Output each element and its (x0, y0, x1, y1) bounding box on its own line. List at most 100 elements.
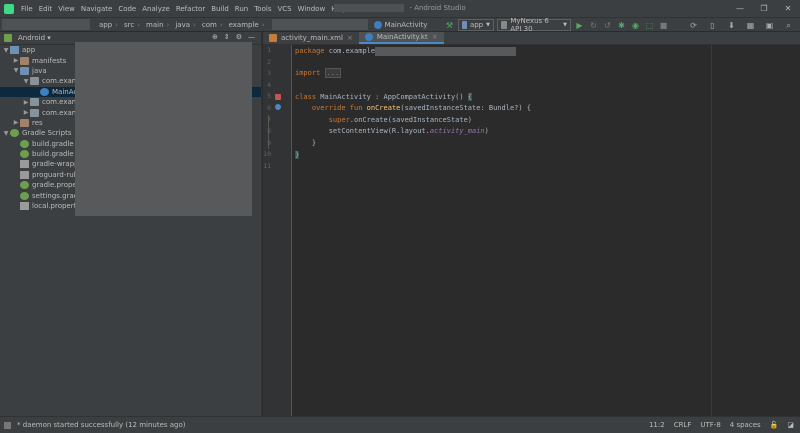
close-tab-icon[interactable]: × (347, 34, 353, 42)
breadcrumb-main[interactable]: main › (143, 21, 172, 29)
line-number-gutter: 1 2 3 4 5 6 7 8 9 10 11 (263, 45, 292, 416)
expand-arrow-icon[interactable]: ▼ (22, 78, 30, 85)
breadcrumb-java[interactable]: java › (172, 21, 198, 29)
menu-tools[interactable]: Tools (251, 5, 274, 13)
expand-arrow-icon[interactable]: ▼ (2, 130, 10, 137)
expand-arrow-icon[interactable]: ▼ (12, 67, 20, 74)
project-view-select[interactable]: Android ▾ (18, 34, 51, 42)
status-bar: * daemon started successfully (12 minute… (0, 416, 800, 433)
line-7: super.onCreate(savedInstanceState) (295, 116, 473, 124)
breadcrumb-example[interactable]: example › (226, 21, 268, 29)
file-icon (20, 160, 29, 169)
line-number: 5 (267, 92, 271, 101)
lock-icon[interactable]: 🔓 (770, 421, 779, 429)
line-number: 8 (267, 127, 271, 136)
editor-tabs: activity_main.xml × MainActivity.kt × (263, 32, 800, 45)
menu-refactor[interactable]: Refactor (173, 5, 208, 13)
breadcrumb-com[interactable]: com › (199, 21, 226, 29)
layout-inspector-icon[interactable]: ▦ (745, 20, 756, 31)
locate-icon[interactable]: ⊕ (212, 33, 218, 41)
stop-icon[interactable]: ■ (658, 20, 669, 31)
expand-arrow-icon[interactable]: ▶ (12, 119, 20, 126)
breadcrumb-separator: › (115, 20, 118, 29)
line-6: override fun onCreate(savedInstanceState… (295, 104, 532, 112)
debug-icon[interactable]: ✱ (616, 20, 627, 31)
kotlin-file-icon (364, 33, 373, 41)
expand-arrow-icon[interactable]: ▼ (2, 47, 10, 54)
run-gutter-icon[interactable] (275, 94, 281, 100)
pkg-icon (30, 98, 39, 107)
line-1: package com.example (295, 45, 800, 56)
apply-code-changes-icon[interactable]: ↺ (602, 20, 613, 31)
menu-navigate[interactable]: Navigate (78, 5, 115, 13)
restore-button[interactable]: ❐ (752, 0, 776, 17)
line-number: 2 (267, 57, 271, 66)
line-3: import ... (295, 68, 342, 78)
main-menu: File Edit View Navigate Code Analyze Refactor B… (18, 5, 350, 13)
line-number: 11 (263, 162, 271, 170)
breadcrumb-src[interactable]: src › (121, 21, 143, 29)
hide-panel-icon[interactable]: — (248, 33, 255, 41)
indent-setting[interactable]: 4 spaces (730, 421, 761, 429)
folder-icon (20, 66, 29, 75)
breadcrumb-app[interactable]: app › (96, 21, 121, 29)
expand-arrow-icon[interactable]: ▶ (22, 109, 30, 116)
caret-position[interactable]: 11:2 (649, 421, 665, 429)
menu-edit[interactable]: Edit (36, 5, 56, 13)
status-message[interactable]: * daemon started successfully (12 minute… (17, 421, 186, 429)
minimize-button[interactable]: — (728, 0, 752, 17)
device-select[interactable]: MyNexus 6 API 30 ▼ (497, 17, 571, 33)
breadcrumb-separator: › (219, 20, 223, 29)
menu-vcs[interactable]: VCS (274, 5, 294, 13)
app-icon (10, 46, 19, 55)
apply-changes-icon[interactable]: ↻ (588, 20, 599, 31)
menu-run[interactable]: Run (232, 5, 251, 13)
status-right: 11:2 CRLF UTF-8 4 spaces 🔓 ◪ (649, 421, 794, 429)
file-icon (20, 202, 29, 211)
settings-gear-icon[interactable]: ⚙ (236, 33, 242, 41)
search-icon[interactable]: ⌕ (783, 20, 794, 31)
close-tab-icon[interactable]: × (432, 33, 438, 41)
editor-tab[interactable]: activity_main.xml × (263, 32, 359, 44)
event-log-icon[interactable]: ◪ (787, 421, 794, 429)
hammer-icon[interactable]: ⚒ (444, 20, 455, 31)
line-number: 3 (267, 69, 271, 78)
expand-arrow-icon[interactable]: ▶ (22, 99, 30, 106)
run-config-select[interactable]: app ▼ (458, 19, 494, 31)
menu-window[interactable]: Window (295, 5, 329, 13)
run-icon[interactable]: ▶ (574, 20, 585, 31)
tree-item-label: build.gradle (32, 150, 74, 159)
menu-build[interactable]: Build (208, 5, 232, 13)
collapse-all-icon[interactable]: ⇕ (224, 33, 230, 41)
close-button[interactable]: ✕ (776, 0, 800, 17)
menu-analyze[interactable]: Analyze (139, 5, 173, 13)
breadcrumb-file[interactable]: MainActivity (373, 20, 427, 29)
editor-tab[interactable]: MainActivity.kt × (358, 32, 444, 44)
avd-manager-icon[interactable]: ▯ (707, 20, 718, 31)
line-number: 4 (267, 80, 271, 89)
project-panel-tools: ⊕ ⇕ ⚙ — (212, 33, 255, 41)
expand-arrow-icon[interactable]: ▶ (12, 57, 20, 64)
menu-view[interactable]: View (55, 5, 78, 13)
file-encoding[interactable]: UTF-8 (700, 421, 720, 429)
device-explorer-icon[interactable]: ▣ (764, 20, 775, 31)
android-studio-logo-icon (4, 3, 14, 14)
attach-debugger-icon[interactable]: ⬚ (644, 20, 655, 31)
profile-icon[interactable]: ◉ (630, 20, 641, 31)
kotlin-class-icon (373, 20, 382, 29)
sdk-manager-icon[interactable]: ⬇ (726, 20, 737, 31)
menu-bar: File Edit View Navigate Code Analyze Refactor B… (0, 0, 800, 17)
menu-file[interactable]: File (18, 5, 36, 13)
pkg-icon (30, 108, 39, 117)
line-ending[interactable]: CRLF (674, 421, 692, 429)
sync-gradle-icon[interactable]: ⟳ (688, 20, 699, 31)
line-number: 7 (267, 115, 271, 124)
override-gutter-icon[interactable] (275, 104, 281, 110)
breadcrumb-separator: › (261, 20, 265, 29)
tab-label: activity_main.xml (281, 34, 343, 42)
code-editor[interactable]: package com.example import ... class Mai… (295, 45, 800, 416)
menu-code[interactable]: Code (115, 5, 139, 13)
toggle-tool-windows-icon[interactable] (4, 421, 11, 429)
line-number: 6 (267, 104, 271, 112)
folder-icon (20, 56, 29, 65)
